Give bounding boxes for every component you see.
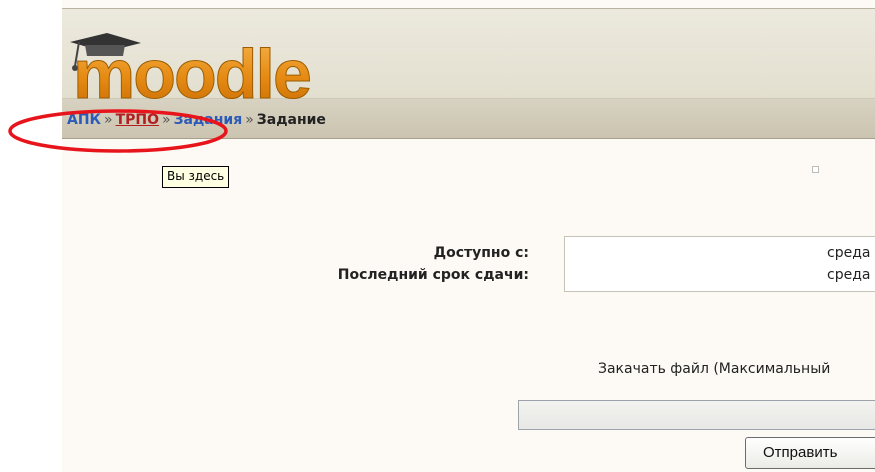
- site-header: moodle: [62, 9, 875, 106]
- available-from-value: среда 28: [827, 245, 875, 261]
- submit-button[interactable]: Отправить: [745, 437, 875, 469]
- available-from-label: Доступно с:: [433, 245, 529, 261]
- upload-file-caption: Закачать файл (Максимальный: [598, 361, 831, 377]
- breadcrumb-link-assignments[interactable]: Задания: [174, 112, 243, 128]
- breadcrumb-separator: »: [162, 112, 171, 128]
- breadcrumb-tooltip: Вы здесь: [162, 166, 230, 188]
- moodle-logo[interactable]: moodle: [65, 30, 365, 106]
- breadcrumb-separator: »: [104, 112, 113, 128]
- due-date-value: среда 4 ı: [827, 267, 875, 283]
- screenshot-stage: moodle АПК» ТРПО» Задания» Задание Вы здесь…: [0, 0, 875, 472]
- breadcrumb-separator: »: [245, 112, 254, 128]
- breadcrumb-link-apk[interactable]: АПК: [67, 112, 101, 128]
- logo-text: moodle: [73, 35, 310, 106]
- breadcrumb-link-trpo[interactable]: ТРПО: [116, 112, 159, 128]
- navbar: АПК» ТРПО» Задания» Задание: [62, 99, 875, 139]
- breadcrumb-current-page: Задание: [256, 112, 326, 128]
- breadcrumb: АПК» ТРПО» Задания» Задание: [67, 112, 326, 128]
- file-upload-field[interactable]: [518, 400, 875, 430]
- due-date-label: Последний срок сдачи:: [337, 267, 529, 283]
- small-square-icon: [812, 166, 819, 173]
